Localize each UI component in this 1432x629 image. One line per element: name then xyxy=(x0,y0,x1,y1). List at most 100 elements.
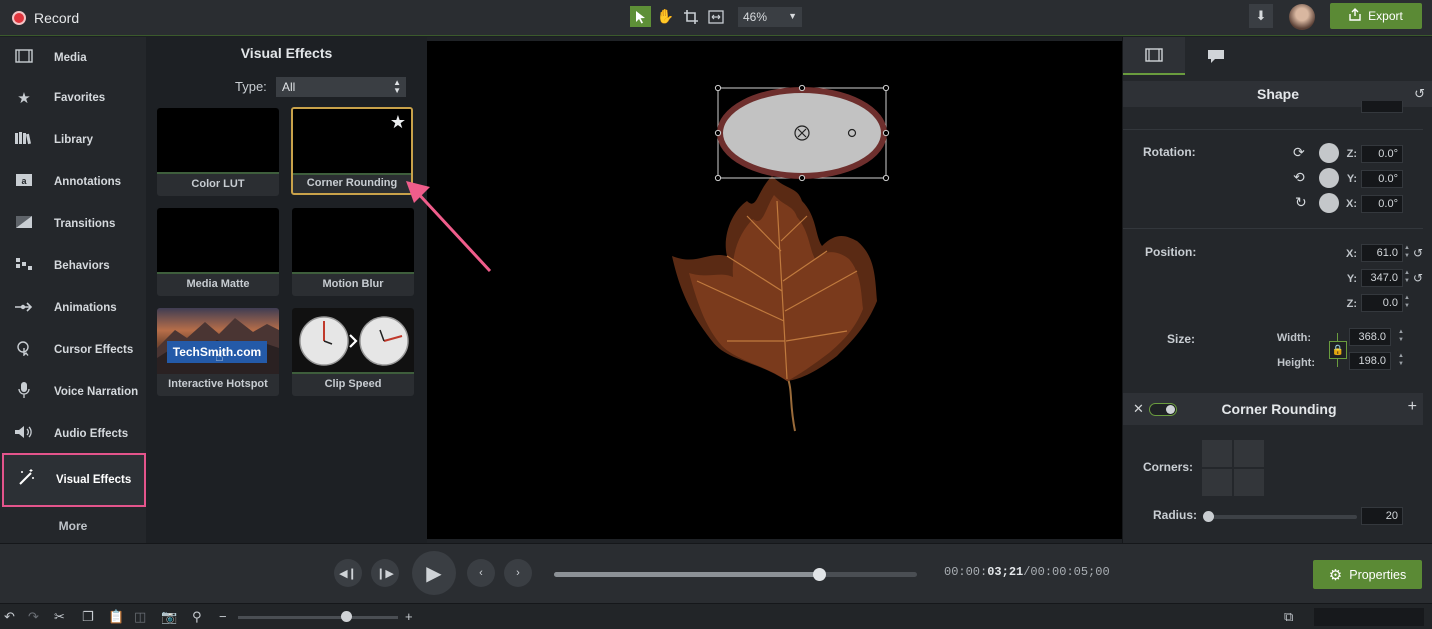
corner-rounding-title: Corner Rounding xyxy=(1221,401,1337,417)
tab-annotation-properties[interactable] xyxy=(1185,37,1247,75)
tab-visual-properties[interactable] xyxy=(1123,37,1185,75)
rotation-z-dial[interactable] xyxy=(1319,143,1339,163)
corner-bottom-right[interactable] xyxy=(1234,469,1264,496)
type-filter-select[interactable]: All ▲ ▼ xyxy=(276,77,406,97)
sidebar-item-media[interactable]: Media xyxy=(0,37,146,79)
detach-window-icon[interactable]: ⧉ xyxy=(1284,609,1293,625)
position-z-stepper[interactable]: ▲ ▼ xyxy=(1404,294,1410,310)
effect-label: Motion Blur xyxy=(322,278,384,290)
download-icon[interactable]: ⬇ xyxy=(1249,4,1273,28)
corner-rounding-header: ✕ Corner Rounding + xyxy=(1123,393,1423,425)
effect-thumbnail xyxy=(157,108,279,174)
sidebar-item-visual-effects[interactable]: Visual Effects xyxy=(2,453,146,507)
playhead-handle[interactable] xyxy=(812,568,826,581)
zoom-in-icon[interactable]: + xyxy=(405,609,413,624)
sidebar-item-library[interactable]: Library xyxy=(0,119,146,161)
lock-aspect-icon[interactable]: 🔒 xyxy=(1329,341,1347,359)
effect-card-motion-blur[interactable]: Motion Blur xyxy=(292,208,414,296)
radius-slider[interactable] xyxy=(1207,515,1357,519)
position-label: Position: xyxy=(1145,245,1197,259)
rotation-x-input[interactable]: 0.0° xyxy=(1361,195,1403,213)
zoom-select[interactable]: 46% ▼ xyxy=(738,6,802,27)
sidebar-item-audio-effects[interactable]: Audio Effects xyxy=(0,413,146,455)
corner-top-left[interactable] xyxy=(1202,440,1232,467)
export-button[interactable]: Export xyxy=(1330,3,1422,29)
playback-scrubber[interactable] xyxy=(554,568,917,581)
corner-top-right[interactable] xyxy=(1234,440,1264,467)
sidebar-item-behaviors[interactable]: Behaviors xyxy=(0,245,146,287)
speaker-icon xyxy=(14,425,34,443)
rotation-y-dial[interactable] xyxy=(1319,168,1339,188)
sidebar-item-annotations[interactable]: a Annotations xyxy=(0,161,146,203)
more-button[interactable]: More xyxy=(0,519,146,533)
properties-label: Properties xyxy=(1349,567,1407,582)
transition-icon xyxy=(14,215,34,233)
gear-icon: ⚙ xyxy=(1328,566,1343,584)
cut-icon[interactable]: ✂ xyxy=(54,609,65,625)
redo-icon[interactable]: ↷ xyxy=(28,609,39,625)
sidebar-item-voice-narration[interactable]: Voice Narration xyxy=(0,371,146,413)
play-button[interactable]: ▶ xyxy=(412,551,456,595)
position-y-input[interactable]: 347.0 xyxy=(1361,269,1403,287)
effect-card-clip-speed[interactable]: Clip Speed xyxy=(292,308,414,396)
reset-icon[interactable]: ↺ xyxy=(1414,86,1425,102)
camera-snapshot-icon[interactable]: 📷 xyxy=(161,609,177,625)
undo-icon[interactable]: ↶ xyxy=(4,609,15,625)
copy-icon[interactable]: ❐ xyxy=(82,609,94,625)
effect-thumbnail xyxy=(157,208,279,274)
position-z-input[interactable]: 0.0 xyxy=(1361,294,1403,312)
expand-plus-icon[interactable]: + xyxy=(1408,398,1417,416)
properties-button[interactable]: ⚙ Properties xyxy=(1313,560,1422,589)
canvas-stage[interactable] xyxy=(427,41,1122,539)
effect-card-corner-rounding[interactable]: ★ Corner Rounding xyxy=(291,107,413,195)
zoom-out-icon[interactable]: − xyxy=(219,609,227,624)
corners-label: Corners: xyxy=(1143,460,1194,474)
width-input[interactable]: 368.0 xyxy=(1349,328,1391,346)
effect-card-interactive-hotspot[interactable]: TechSmith.com ☝ Interactive Hotspot xyxy=(157,308,279,396)
rotation-z-input[interactable]: 0.0° xyxy=(1361,145,1403,163)
lock-bracket xyxy=(1337,333,1338,341)
effect-thumbnail: TechSmith.com ☝ xyxy=(157,308,279,374)
zoom-search-icon[interactable]: ⚲ xyxy=(192,609,202,625)
width-stepper[interactable]: ▲ ▼ xyxy=(1398,328,1404,344)
previous-frame-icon[interactable]: ‹ xyxy=(467,559,495,587)
status-area xyxy=(1314,608,1424,626)
crop-icon[interactable] xyxy=(680,6,701,27)
corner-bottom-left[interactable] xyxy=(1202,469,1232,496)
height-stepper[interactable]: ▲ ▼ xyxy=(1398,352,1404,368)
sidebar-item-transitions[interactable]: Transitions xyxy=(0,203,146,245)
radius-slider-handle[interactable] xyxy=(1203,511,1214,522)
tools-sidebar: Media ★ Favorites Library a Annotations … xyxy=(0,37,146,543)
fit-canvas-icon[interactable] xyxy=(705,6,726,27)
effect-card-color-lut[interactable]: Color LUT xyxy=(157,108,279,196)
timeline-zoom-handle[interactable] xyxy=(341,611,352,622)
height-input[interactable]: 198.0 xyxy=(1349,352,1391,370)
step-back-icon[interactable]: ◀❙ xyxy=(334,559,362,587)
sidebar-item-favorites[interactable]: ★ Favorites xyxy=(0,77,146,119)
paste-icon[interactable]: 📋 xyxy=(108,609,124,625)
record-button[interactable]: Record xyxy=(12,10,79,26)
step-forward-icon[interactable]: ❙▶ xyxy=(371,559,399,587)
reset-icon[interactable]: ↺ xyxy=(1413,271,1423,285)
rotation-x-dial[interactable] xyxy=(1319,193,1339,213)
avatar[interactable] xyxy=(1289,4,1315,30)
rotation-y-input[interactable]: 0.0° xyxy=(1361,170,1403,188)
next-frame-icon[interactable]: › xyxy=(504,559,532,587)
sidebar-item-animations[interactable]: Animations xyxy=(0,287,146,329)
sidebar-item-cursor-effects[interactable]: Cursor Effects xyxy=(0,329,146,371)
position-x-stepper[interactable]: ▲ ▼ xyxy=(1404,244,1410,260)
radius-input[interactable]: 20 xyxy=(1361,507,1403,525)
canvas-tools: ✋ 46% ▼ xyxy=(630,6,802,27)
position-y-stepper[interactable]: ▲ ▼ xyxy=(1404,269,1410,285)
reset-icon[interactable]: ↺ xyxy=(1413,246,1423,260)
position-x-input[interactable]: 61.0 xyxy=(1361,244,1403,262)
hand-pan-icon[interactable]: ✋ xyxy=(655,6,676,27)
effect-card-media-matte[interactable]: Media Matte xyxy=(157,208,279,296)
timeline-zoom-slider[interactable] xyxy=(238,616,398,619)
lock-bracket xyxy=(1337,359,1338,367)
favorite-star-icon[interactable]: ★ xyxy=(390,112,406,133)
width-label: Width: xyxy=(1276,332,1311,344)
split-icon[interactable]: ◫ xyxy=(134,609,146,625)
corners-selector[interactable] xyxy=(1202,440,1264,496)
arrow-select-icon[interactable] xyxy=(630,6,651,27)
